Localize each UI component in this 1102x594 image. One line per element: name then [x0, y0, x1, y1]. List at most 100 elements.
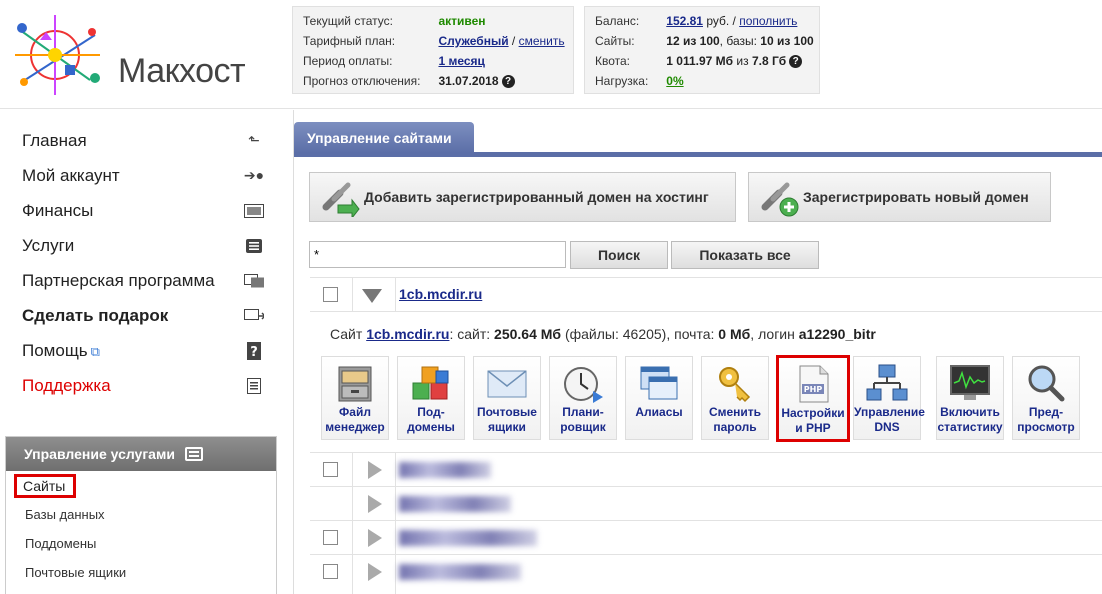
row-checkbox[interactable] [323, 462, 338, 477]
search-input[interactable] [309, 241, 566, 268]
tariff-link[interactable]: Служебный [438, 34, 508, 48]
money-icon [244, 202, 264, 220]
load-value[interactable]: 0% [666, 74, 683, 88]
redacted-domain[interactable] [399, 462, 491, 478]
corner-arrow-icon: ⬑ [248, 132, 260, 148]
scheduler-button[interactable]: Плани- ровщик [549, 356, 617, 440]
envelope-icon [485, 363, 529, 403]
table-row: 1cb.mcdir.ru [310, 277, 1102, 311]
account-status-box: Текущий статус: активен Тарифный план: С… [292, 6, 574, 94]
dns-management-button[interactable]: Управление DNS [853, 356, 925, 440]
mailboxes-button[interactable]: Почтовые ящики [473, 356, 541, 440]
question-icon[interactable]: ? [789, 55, 803, 69]
header-divider [0, 108, 1102, 109]
tariff-row: Тарифный план: Служебный / сменить [303, 34, 565, 48]
magnifier-icon [1024, 363, 1068, 403]
nav-item-home[interactable]: Главная ⬑ [22, 123, 264, 158]
collapse-toggle-icon[interactable] [362, 289, 382, 303]
search-button[interactable]: Поиск [570, 241, 668, 269]
chain-add-icon [318, 177, 360, 220]
monitor-chart-icon [948, 363, 992, 403]
forecast-row: Прогноз отключения: 31.07.2018? [299, 71, 569, 91]
row-checkbox[interactable] [323, 287, 338, 302]
status-row: Текущий статус: активен [299, 11, 569, 31]
nav-item-help[interactable]: Помощь ⧉ ? [22, 333, 264, 368]
preview-button[interactable]: Пред- просмотр [1012, 356, 1080, 440]
chain-plus-icon [757, 177, 799, 217]
nav-item-finance[interactable]: Финансы [22, 193, 264, 228]
windows-icon [637, 363, 681, 403]
key-icon [713, 363, 757, 403]
redacted-domain[interactable] [399, 530, 537, 546]
change-tariff-link[interactable]: сменить [519, 34, 565, 48]
service-item-sites[interactable]: Сайты [6, 471, 276, 500]
service-item-mailboxes[interactable]: Почтовые ящики [6, 558, 276, 587]
expand-toggle-icon[interactable] [368, 461, 382, 479]
nav-item-account[interactable]: Мой аккаунт ➔● [22, 158, 264, 193]
site-summary: Сайт 1cb.mcdir.ru: сайт: 250.64 Мб (файл… [330, 326, 876, 342]
redacted-domain[interactable] [399, 496, 511, 512]
php-settings-button[interactable]: PHP Настройки и PHP [776, 355, 850, 442]
nav-item-gift[interactable]: Сделать подарок [22, 298, 264, 333]
forecast-date: 31.07.2018 [438, 73, 499, 88]
period-link[interactable]: 1 месяц [438, 54, 484, 68]
svg-text:PHP: PHP [804, 385, 823, 394]
list-icon [244, 237, 264, 255]
nav-item-support[interactable]: Поддержка [22, 368, 264, 403]
load-row: Нагрузка: 0% [595, 74, 684, 88]
svg-text:?: ? [250, 345, 258, 360]
add-domain-button[interactable]: Добавить зарегистрированный домен на хос… [309, 172, 736, 222]
main-navigation: Главная ⬑ Мой аккаунт ➔● Финансы Услуги … [22, 123, 264, 403]
aliases-button[interactable]: Алиасы [625, 356, 693, 440]
sidebar-divider [293, 110, 294, 594]
top-up-link[interactable]: пополнить [739, 14, 797, 28]
table-row [310, 554, 1102, 594]
period-row: Период оплаты: 1 месяц [303, 54, 485, 68]
boxes-icon [409, 363, 453, 403]
row-checkbox[interactable] [323, 564, 338, 579]
support-icon [244, 377, 264, 395]
service-management-panel: Управление услугами Сайты Базы данных По… [5, 436, 277, 594]
expand-toggle-icon[interactable] [368, 495, 382, 513]
nav-item-partner[interactable]: Партнерская программа [22, 263, 264, 298]
change-password-button[interactable]: Сменить пароль [701, 356, 769, 440]
brand-name: Макхост [118, 52, 246, 90]
table-row [310, 520, 1102, 554]
network-icon [865, 363, 909, 403]
expand-toggle-icon[interactable] [368, 563, 382, 581]
enable-statistics-button[interactable]: Включить статистику [936, 356, 1004, 440]
site-domain-link[interactable]: 1cb.mcdir.ru [399, 286, 482, 302]
service-item-subdomains[interactable]: Поддомены [6, 529, 276, 558]
partner-icon [244, 272, 264, 290]
cabinet-icon [333, 363, 377, 403]
status-badge: активен [438, 14, 486, 28]
tab-site-management[interactable]: Управление сайтами [294, 122, 474, 153]
question-icon[interactable]: ? [501, 75, 515, 89]
external-link-icon: ⧉ [90, 343, 100, 359]
sites-row: Сайты: 12 из 100, базы: 10 из 100 [595, 34, 814, 48]
menu-icon [184, 447, 203, 461]
account-usage-box: Баланс: 152.81 руб. / пополнить Сайты: 1… [584, 6, 820, 94]
logo-emblem-icon [15, 15, 100, 95]
table-row [310, 486, 1102, 520]
redacted-domain[interactable] [399, 564, 521, 580]
subdomains-button[interactable]: Под- домены [397, 356, 465, 440]
user-arrow-icon: ➔● [243, 167, 265, 183]
php-file-icon: PHP [791, 364, 835, 404]
brand-logo[interactable]: Макхост [10, 10, 260, 100]
quota-row: Квота: 1 011.97 Мб из 7.8 Гб? [591, 51, 818, 71]
site-summary-domain-link[interactable]: 1cb.mcdir.ru [366, 326, 449, 342]
show-all-button[interactable]: Показать все [671, 241, 819, 269]
service-item-databases[interactable]: Базы данных [6, 500, 276, 529]
balance-value[interactable]: 152.81 [666, 14, 703, 28]
tab-underline [294, 152, 1102, 157]
gift-icon [244, 307, 264, 325]
register-domain-button[interactable]: Зарегистрировать новый домен [748, 172, 1051, 222]
service-panel-header[interactable]: Управление услугами [6, 437, 276, 471]
balance-row: Баланс: 152.81 руб. / пополнить [595, 14, 798, 28]
file-manager-button[interactable]: Файл менеджер [321, 356, 389, 440]
clock-icon [561, 363, 605, 403]
row-checkbox[interactable] [323, 530, 338, 545]
nav-item-services[interactable]: Услуги [22, 228, 264, 263]
expand-toggle-icon[interactable] [368, 529, 382, 547]
